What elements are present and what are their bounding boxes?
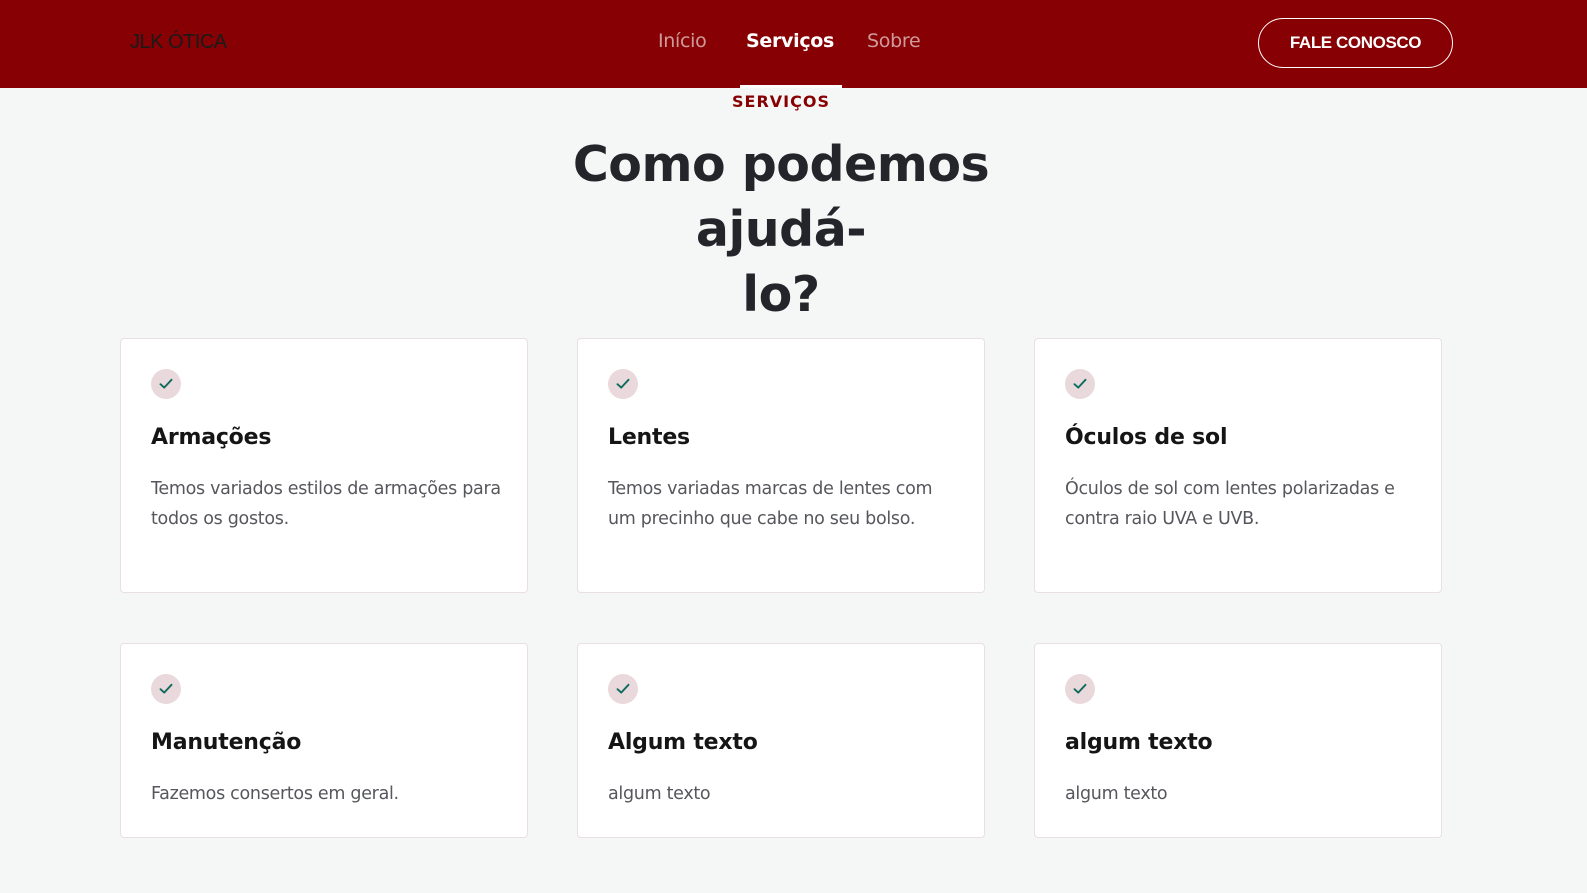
service-card-algum-texto-2: algum texto algum texto [1034,643,1442,838]
check-icon [1065,674,1095,704]
service-card-lentes: Lentes Temos variadas marcas de lentes c… [577,338,985,593]
service-description: Temos variados estilos de armações para … [151,479,501,529]
service-card-algum-texto: Algum texto algum texto [577,643,985,838]
service-title: algum texto [1065,730,1213,755]
service-description: algum texto [1065,784,1168,804]
brand-logo[interactable]: JLK ÓTICA [130,31,227,54]
service-title: Lentes [608,425,690,450]
service-title: Algum texto [608,730,758,755]
nav-link-sobre[interactable]: Sobre [867,30,921,52]
headline-line-1: Como podemos ajudá- [572,136,990,258]
service-description: Fazemos consertos em geral. [151,784,399,804]
check-icon [608,369,638,399]
section-eyebrow: SERVIÇOS [732,92,830,111]
nav-link-inicio[interactable]: Início [658,30,707,52]
service-card-armacoes: Armações Temos variados estilos de armaç… [120,338,528,593]
check-icon [608,674,638,704]
service-description: algum texto [608,784,711,804]
nav-link-servicos[interactable]: Serviços [746,30,834,52]
contact-button[interactable]: FALE CONOSCO [1258,18,1453,68]
active-nav-indicator [740,85,842,88]
service-card-oculos-de-sol: Óculos de sol Óculos de sol com lentes p… [1034,338,1442,593]
check-icon [151,674,181,704]
headline-line-2: lo? [742,266,820,323]
service-title: Armações [151,425,272,450]
service-card-manutencao: Manutenção Fazemos consertos em geral. [120,643,528,838]
service-description: Temos variadas marcas de lentes com um p… [608,479,933,529]
navbar: JLK ÓTICA Início Serviços Sobre FALE CON… [0,0,1587,88]
service-title: Óculos de sol [1065,425,1228,450]
service-title: Manutenção [151,730,302,755]
service-description: Óculos de sol com lentes polarizadas e c… [1065,479,1395,529]
check-icon [1065,369,1095,399]
section-headline: Como podemos ajudá- lo? [480,132,1082,327]
check-icon [151,369,181,399]
